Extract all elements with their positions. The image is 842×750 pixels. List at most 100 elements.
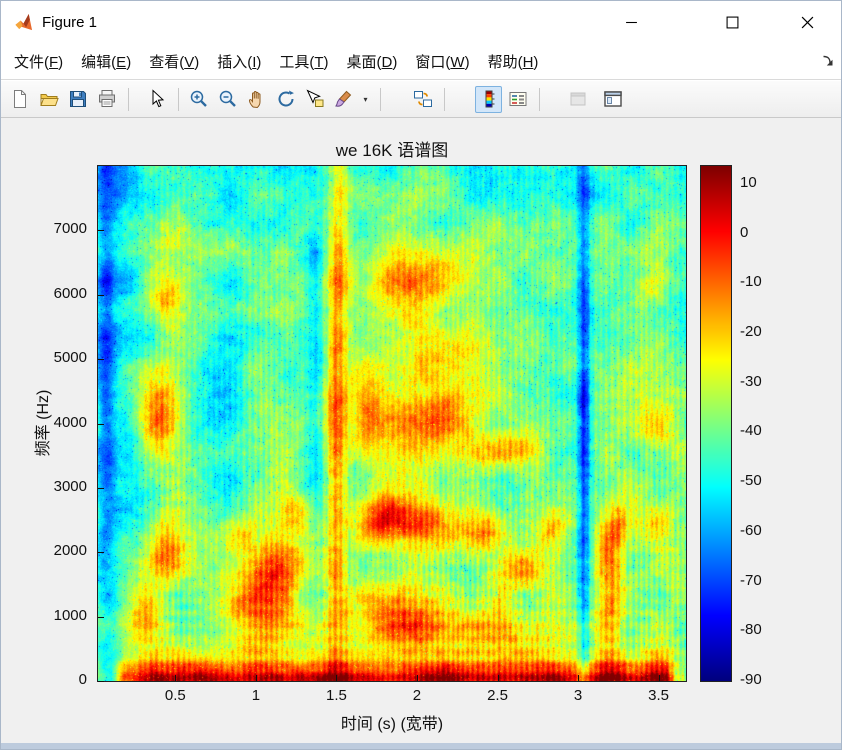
close-button[interactable] bbox=[785, 1, 829, 43]
new-figure-button[interactable] bbox=[6, 86, 33, 113]
toolbar-separator bbox=[539, 87, 540, 111]
menu-insert[interactable]: 插入(I) bbox=[208, 51, 270, 72]
close-icon bbox=[801, 16, 813, 28]
toolbar-separator bbox=[178, 87, 179, 111]
x-tick-label: 3.5 bbox=[648, 687, 670, 704]
y-tick-label: 3000 bbox=[53, 477, 87, 495]
x-tick-mark bbox=[417, 675, 418, 681]
maximize-icon bbox=[726, 16, 738, 28]
x-tick-label: 0.5 bbox=[164, 687, 186, 704]
toolbar-separator bbox=[444, 87, 445, 111]
spectrogram-image[interactable] bbox=[98, 166, 686, 681]
titlebar[interactable]: Figure 1 bbox=[1, 1, 841, 43]
data-cursor-button[interactable] bbox=[301, 86, 328, 113]
y-tick-mark bbox=[98, 681, 104, 682]
rotate-icon bbox=[276, 89, 296, 109]
x-tick-label: 1 bbox=[251, 687, 261, 704]
x-tick-label: 1.5 bbox=[325, 687, 347, 704]
menu-view[interactable]: 查看(V) bbox=[140, 51, 208, 72]
x-tick-mark bbox=[175, 675, 176, 681]
y-tick-label: 5000 bbox=[53, 349, 87, 367]
x-tick-mark bbox=[336, 675, 337, 681]
toolbar-separator bbox=[128, 87, 129, 111]
y-tick-mark bbox=[98, 230, 104, 231]
menu-tools[interactable]: 工具(T) bbox=[270, 51, 337, 72]
menubar: 文件(F) 编辑(E) 查看(V) 插入(I) 工具(T) 桌面(D) 窗口(W) 帮助(H) bbox=[1, 43, 841, 80]
toolbar: ▾ bbox=[1, 81, 841, 118]
colorbar-icon bbox=[479, 89, 499, 109]
zoom-out-button[interactable] bbox=[214, 86, 241, 113]
menu-edit[interactable]: 编辑(E) bbox=[72, 51, 140, 72]
y-tick-mark bbox=[98, 424, 104, 425]
colorbar-tick-label: -80 bbox=[740, 621, 762, 639]
plot-box bbox=[97, 165, 687, 682]
dock-figure-icon[interactable] bbox=[821, 54, 835, 68]
print-icon bbox=[97, 89, 117, 109]
y-tick-mark bbox=[98, 617, 104, 618]
y-tick-mark bbox=[98, 359, 104, 360]
zoom-in-button[interactable] bbox=[185, 86, 212, 113]
colorbar-tick-label: 0 bbox=[740, 223, 749, 241]
figure-area: we 16K 语谱图 频率 (Hz) 时间 (s) (宽带) 0.5 1 1.5 2 2… bbox=[1, 118, 841, 745]
colorbar-tick-label: -20 bbox=[740, 323, 762, 341]
print-figure-button[interactable] bbox=[93, 86, 120, 113]
matlab-figure-window: Figure 1 文件(F) 编辑(E) 查看(V) 插入(I) 工具(T) 桌面(D) 窗… bbox=[0, 0, 842, 750]
cursor-icon bbox=[147, 89, 167, 109]
pan-button[interactable] bbox=[243, 86, 270, 113]
y-tick-label: 1000 bbox=[53, 606, 87, 624]
hand-icon bbox=[247, 89, 267, 109]
menu-window[interactable]: 窗口(W) bbox=[406, 51, 478, 72]
window-border bbox=[1, 743, 841, 749]
colorbar-gradient bbox=[701, 166, 731, 681]
colorbar-tick-label: -60 bbox=[740, 521, 762, 539]
x-tick-mark bbox=[659, 675, 660, 681]
rotate-3d-button[interactable] bbox=[272, 86, 299, 113]
save-figure-button[interactable] bbox=[64, 86, 91, 113]
brush-data-button[interactable] bbox=[330, 86, 357, 113]
colorbar-tick-label: -50 bbox=[740, 472, 762, 490]
edit-plot-button[interactable] bbox=[143, 86, 170, 113]
x-tick-mark bbox=[498, 675, 499, 681]
data-cursor-icon bbox=[305, 89, 325, 109]
save-icon bbox=[68, 89, 88, 109]
colorbar-tick-label: -30 bbox=[740, 372, 762, 390]
hide-plot-tools-icon bbox=[568, 89, 588, 109]
x-axis-label: 时间 (s) (宽带) bbox=[340, 716, 444, 733]
y-tick-label: 6000 bbox=[53, 284, 87, 302]
brush-data-dropdown-button[interactable]: ▾ bbox=[359, 86, 372, 113]
minimize-button[interactable] bbox=[609, 1, 653, 43]
colorbar-tick-label: -70 bbox=[740, 571, 762, 589]
open-file-button[interactable] bbox=[35, 86, 62, 113]
show-plot-tools-button[interactable] bbox=[599, 86, 626, 113]
zoom-out-icon bbox=[218, 89, 238, 109]
minimize-icon bbox=[625, 21, 637, 23]
zoom-in-icon bbox=[189, 89, 209, 109]
matlab-icon bbox=[14, 13, 33, 32]
link-plot-button[interactable] bbox=[409, 86, 436, 113]
hide-plot-tools-button bbox=[564, 86, 591, 113]
link-plot-icon bbox=[413, 89, 433, 109]
y-tick-label: 2000 bbox=[53, 542, 87, 560]
maximize-button[interactable] bbox=[710, 1, 754, 43]
x-tick-mark bbox=[578, 675, 579, 681]
y-tick-label: 7000 bbox=[53, 220, 87, 238]
menu-help[interactable]: 帮助(H) bbox=[479, 51, 548, 72]
y-tick-label: 0 bbox=[78, 671, 87, 688]
menu-file[interactable]: 文件(F) bbox=[5, 51, 72, 72]
new-doc-icon bbox=[10, 89, 30, 109]
x-tick-label: 3 bbox=[573, 687, 583, 704]
colorbar-tick-label: -10 bbox=[740, 273, 762, 291]
brush-icon bbox=[334, 89, 354, 109]
plot-title: we 16K 语谱图 bbox=[335, 141, 449, 160]
insert-colorbar-button[interactable] bbox=[475, 85, 502, 113]
y-tick-mark bbox=[98, 488, 104, 489]
menu-desktop[interactable]: 桌面(D) bbox=[338, 51, 407, 72]
x-tick-mark bbox=[256, 675, 257, 681]
legend-icon bbox=[508, 89, 528, 109]
insert-legend-button[interactable] bbox=[504, 86, 531, 113]
colorbar-tick-label: -90 bbox=[740, 671, 762, 688]
toolbar-separator bbox=[380, 87, 381, 111]
x-tick-label: 2.5 bbox=[487, 687, 508, 704]
colorbar-tick-label: -40 bbox=[740, 422, 762, 440]
y-tick-label: 4000 bbox=[53, 413, 87, 431]
